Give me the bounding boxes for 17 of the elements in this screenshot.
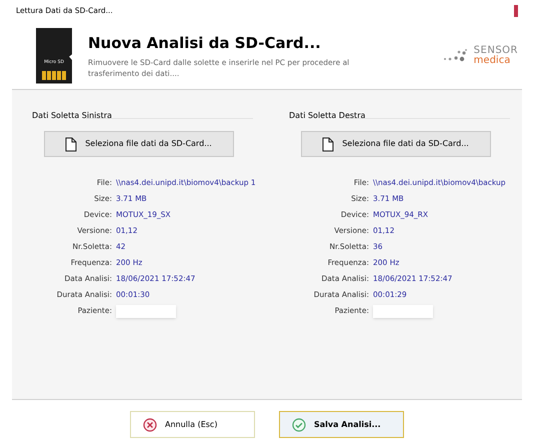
save-button[interactable]: Salva Analisi...	[279, 411, 404, 438]
group-title: Dati Soletta Sinistra	[32, 110, 112, 122]
close-icon	[143, 418, 157, 432]
close-control[interactable]	[514, 5, 518, 17]
document-icon	[65, 136, 78, 152]
select-file-button[interactable]: Seleziona file dati da SD-Card...	[300, 131, 490, 157]
document-icon	[322, 136, 334, 152]
select-file-button[interactable]: Seleziona file dati da SD-Card...	[44, 131, 234, 157]
group-title: Dati Soletta Destra	[289, 110, 366, 122]
check-icon	[292, 418, 306, 432]
cancel-button[interactable]: Annulla (Esc)	[130, 411, 255, 438]
patient-field[interactable]	[373, 305, 433, 318]
logo-subtext: medica	[474, 56, 512, 66]
dots-icon	[442, 48, 470, 64]
dialog-title: Nuova Analisi da SD-Card...	[88, 32, 322, 52]
logo-text: SENSOR	[474, 46, 518, 56]
patient-field[interactable]	[116, 305, 176, 318]
